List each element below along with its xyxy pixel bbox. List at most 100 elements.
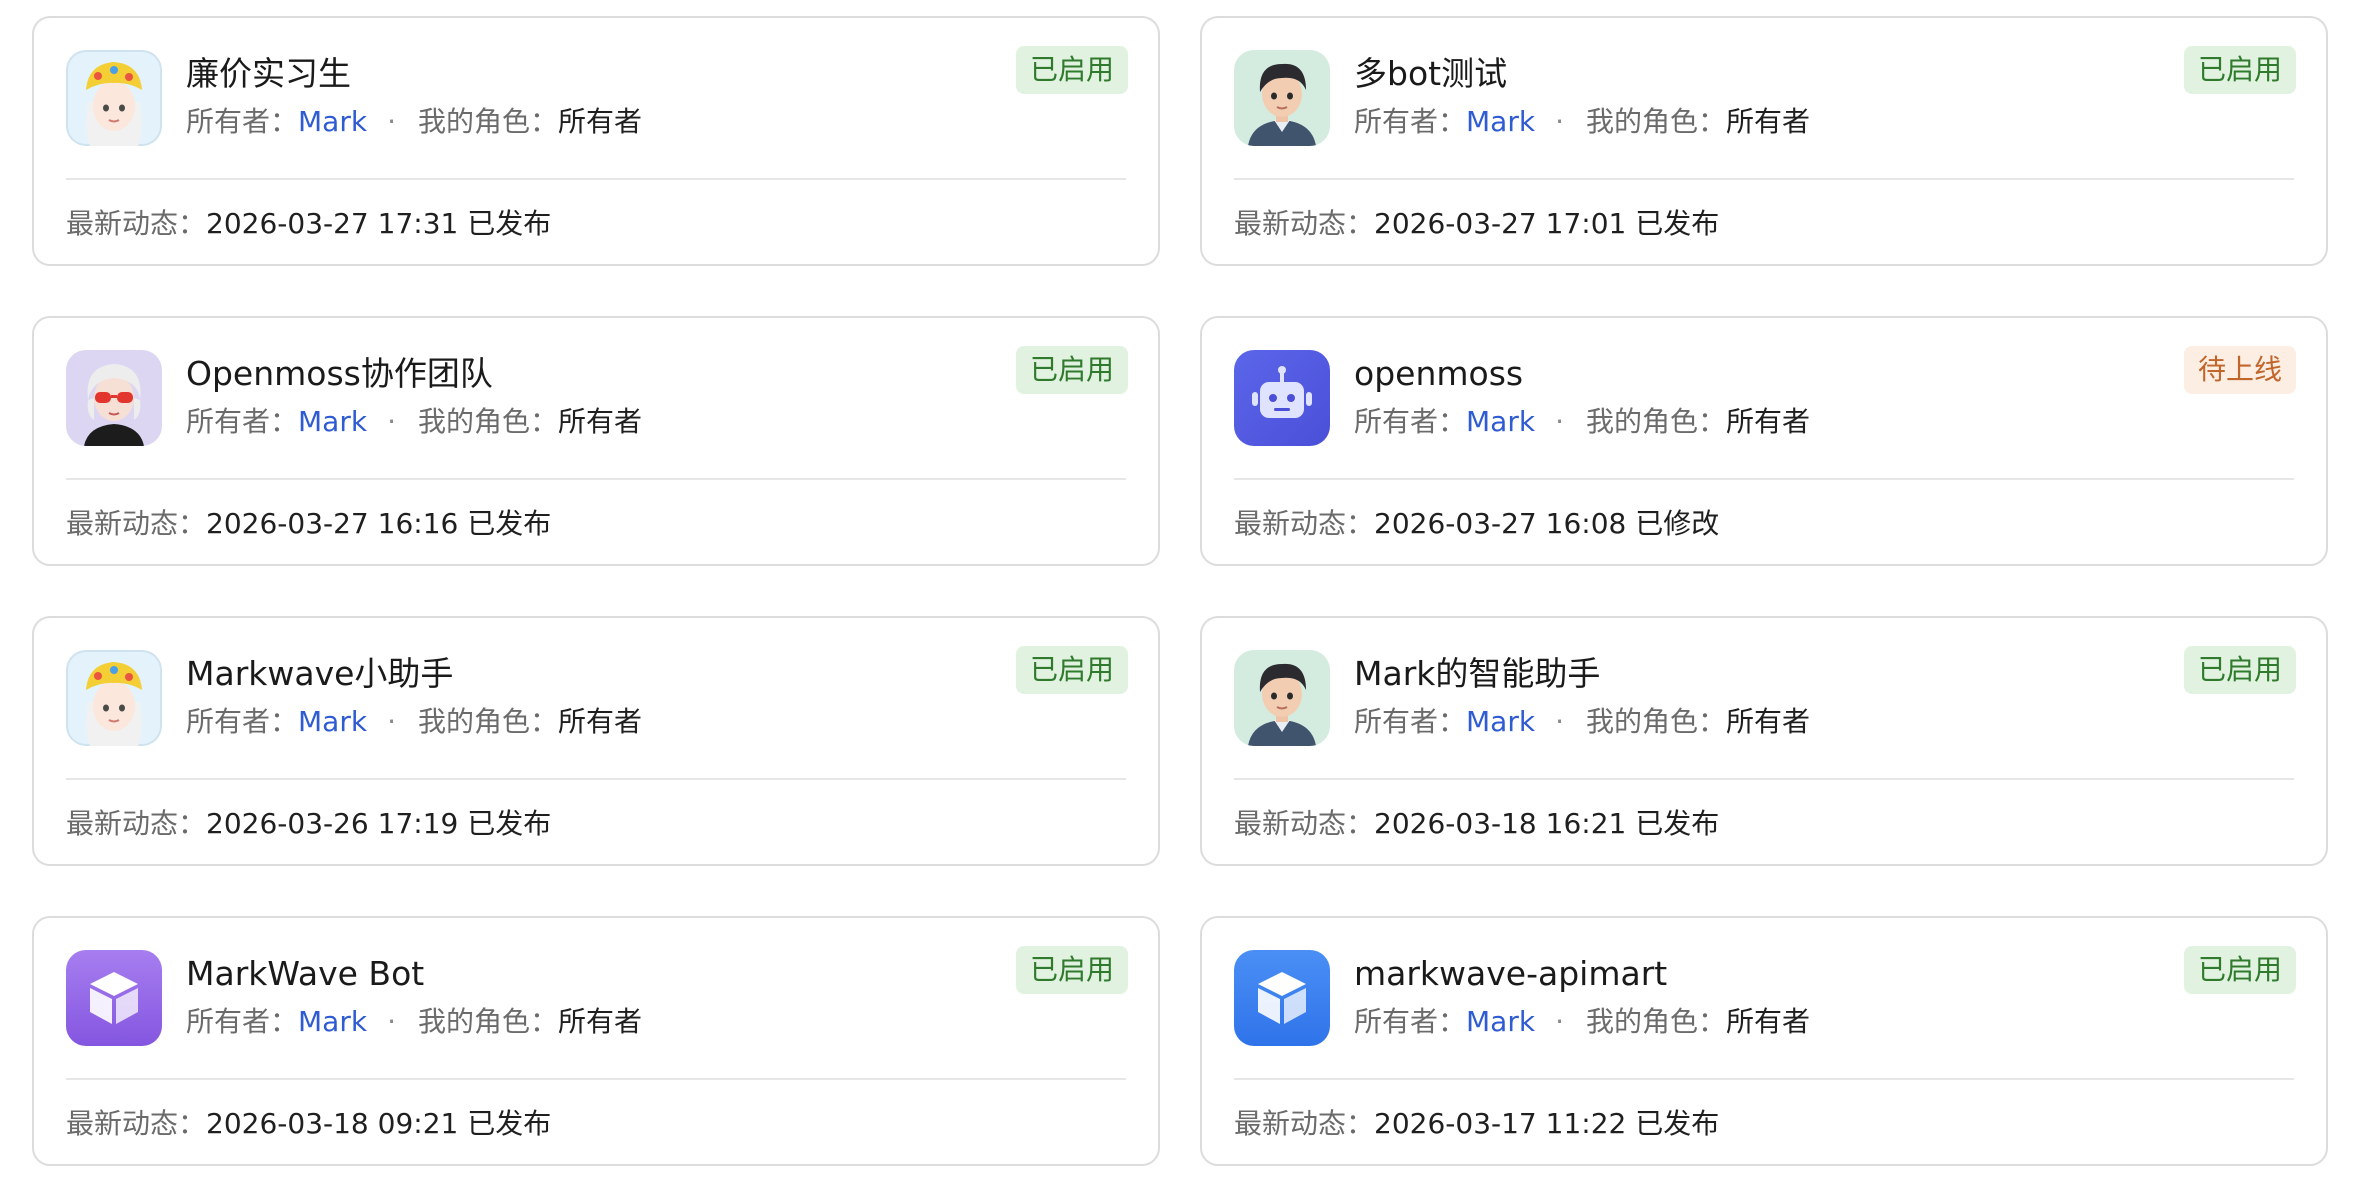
blue-cube-avatar-icon bbox=[1234, 950, 1330, 1046]
activity-label: 最新动态： bbox=[1234, 1107, 1375, 1140]
latest-activity: 最新动态：2026-03-27 17:01 已发布 bbox=[1234, 206, 1719, 242]
activity-label: 最新动态： bbox=[1234, 807, 1375, 840]
card-divider bbox=[66, 778, 1126, 780]
bot-card[interactable]: 廉价实习生 所有者：Mark · 我的角色：所有者 已启用 最新动态：2026-03… bbox=[32, 16, 1160, 266]
card-divider bbox=[66, 178, 1126, 180]
bot-name: 廉价实习生 bbox=[186, 54, 351, 93]
latest-activity: 最新动态：2026-03-27 16:08 已修改 bbox=[1234, 506, 1719, 542]
activity-label: 最新动态： bbox=[66, 507, 207, 540]
role-value: 所有者 bbox=[557, 105, 642, 138]
latest-activity: 最新动态：2026-03-18 16:21 已发布 bbox=[1234, 806, 1719, 842]
bot-meta: 所有者：Mark · 我的角色：所有者 bbox=[1354, 404, 1810, 440]
status-badge: 已启用 bbox=[1015, 346, 1128, 394]
role-value: 所有者 bbox=[1725, 105, 1810, 138]
role-value: 所有者 bbox=[1725, 405, 1810, 438]
status-badge: 已启用 bbox=[1015, 646, 1128, 694]
meta-separator: · bbox=[387, 705, 396, 738]
activity-value: 2026-03-27 16:16 已发布 bbox=[206, 507, 552, 540]
card-divider bbox=[1234, 778, 2294, 780]
bot-name: markwave-apimart bbox=[1354, 954, 1668, 993]
card-divider bbox=[1234, 178, 2294, 180]
bot-name: 多bot测试 bbox=[1354, 54, 1508, 93]
activity-value: 2026-03-26 17:19 已发布 bbox=[206, 807, 552, 840]
status-badge: 已启用 bbox=[2183, 46, 2296, 94]
latest-activity: 最新动态：2026-03-26 17:19 已发布 bbox=[66, 806, 551, 842]
activity-value: 2026-03-18 09:21 已发布 bbox=[206, 1107, 552, 1140]
owner-link[interactable]: Mark bbox=[1466, 405, 1535, 438]
bot-card[interactable]: markwave-apimart 所有者：Mark · 我的角色：所有者 已启用 最… bbox=[1200, 916, 2328, 1166]
role-value: 所有者 bbox=[557, 405, 642, 438]
bot-name: Markwave小助手 bbox=[186, 654, 454, 693]
role-label: 我的角色： bbox=[1585, 705, 1726, 738]
meta-separator: · bbox=[1555, 705, 1564, 738]
owner-label: 所有者： bbox=[1354, 1005, 1467, 1038]
bot-meta: 所有者：Mark · 我的角色：所有者 bbox=[1354, 704, 1810, 740]
bot-meta: 所有者：Mark · 我的角色：所有者 bbox=[1354, 1004, 1810, 1040]
status-badge: 已启用 bbox=[1015, 46, 1128, 94]
activity-label: 最新动态： bbox=[66, 207, 207, 240]
owner-label: 所有者： bbox=[186, 1005, 299, 1038]
role-value: 所有者 bbox=[557, 1005, 642, 1038]
card-divider bbox=[66, 1078, 1126, 1080]
meta-separator: · bbox=[1555, 105, 1564, 138]
bot-card[interactable]: Markwave小助手 所有者：Mark · 我的角色：所有者 已启用 最新动态：2… bbox=[32, 616, 1160, 866]
role-label: 我的角色： bbox=[1585, 1005, 1726, 1038]
activity-label: 最新动态： bbox=[66, 1107, 207, 1140]
bot-card[interactable]: Openmoss协作团队 所有者：Mark · 我的角色：所有者 已启用 最新动态：… bbox=[32, 316, 1160, 566]
bot-card[interactable]: Mark的智能助手 所有者：Mark · 我的角色：所有者 已启用 最新动态：202… bbox=[1200, 616, 2328, 866]
status-badge: 待上线 bbox=[2183, 346, 2296, 394]
owner-label: 所有者： bbox=[186, 105, 299, 138]
latest-activity: 最新动态：2026-03-18 09:21 已发布 bbox=[66, 1106, 551, 1142]
owner-link[interactable]: Mark bbox=[1466, 105, 1535, 138]
bot-meta: 所有者：Mark · 我的角色：所有者 bbox=[186, 704, 642, 740]
role-label: 我的角色： bbox=[1585, 105, 1726, 138]
boy-avatar-icon bbox=[1234, 50, 1330, 146]
meta-separator: · bbox=[387, 405, 396, 438]
purple-cube-avatar-icon bbox=[66, 950, 162, 1046]
bot-name: openmoss bbox=[1354, 354, 1524, 393]
owner-link[interactable]: Mark bbox=[298, 405, 367, 438]
bot-card[interactable]: 多bot测试 所有者：Mark · 我的角色：所有者 已启用 最新动态：2026-0… bbox=[1200, 16, 2328, 266]
bot-card[interactable]: MarkWave Bot 所有者：Mark · 我的角色：所有者 已启用 最新动态：… bbox=[32, 916, 1160, 1166]
role-label: 我的角色： bbox=[417, 105, 558, 138]
status-badge: 已启用 bbox=[1015, 946, 1128, 994]
card-divider bbox=[1234, 1078, 2294, 1080]
girl-red-glasses-avatar-icon bbox=[66, 350, 162, 446]
status-badge: 已启用 bbox=[2183, 646, 2296, 694]
bot-meta: 所有者：Mark · 我的角色：所有者 bbox=[186, 1004, 642, 1040]
bot-meta: 所有者：Mark · 我的角色：所有者 bbox=[186, 104, 642, 140]
activity-label: 最新动态： bbox=[1234, 207, 1375, 240]
activity-label: 最新动态： bbox=[66, 807, 207, 840]
role-value: 所有者 bbox=[1725, 1005, 1810, 1038]
owner-label: 所有者： bbox=[1354, 405, 1467, 438]
activity-value: 2026-03-18 16:21 已发布 bbox=[1374, 807, 1720, 840]
owner-label: 所有者： bbox=[186, 405, 299, 438]
robot-avatar-icon bbox=[1234, 350, 1330, 446]
status-badge: 已启用 bbox=[2183, 946, 2296, 994]
owner-link[interactable]: Mark bbox=[1466, 1005, 1535, 1038]
owner-link[interactable]: Mark bbox=[1466, 705, 1535, 738]
boy-avatar-icon bbox=[1234, 650, 1330, 746]
activity-value: 2026-03-27 17:01 已发布 bbox=[1374, 207, 1720, 240]
role-value: 所有者 bbox=[1725, 705, 1810, 738]
latest-activity: 最新动态：2026-03-27 16:16 已发布 bbox=[66, 506, 551, 542]
latest-activity: 最新动态：2026-03-27 17:31 已发布 bbox=[66, 206, 551, 242]
bot-name: MarkWave Bot bbox=[186, 954, 425, 993]
owner-link[interactable]: Mark bbox=[298, 105, 367, 138]
meta-separator: · bbox=[1555, 1005, 1564, 1038]
role-value: 所有者 bbox=[557, 705, 642, 738]
role-label: 我的角色： bbox=[1585, 405, 1726, 438]
girl-yellow-hat-avatar-icon bbox=[66, 650, 162, 746]
owner-link[interactable]: Mark bbox=[298, 705, 367, 738]
activity-label: 最新动态： bbox=[1234, 507, 1375, 540]
owner-label: 所有者： bbox=[1354, 105, 1467, 138]
bot-meta: 所有者：Mark · 我的角色：所有者 bbox=[186, 404, 642, 440]
bot-card-grid: 廉价实习生 所有者：Mark · 我的角色：所有者 已启用 最新动态：2026-03… bbox=[0, 0, 2360, 1198]
card-divider bbox=[1234, 478, 2294, 480]
bot-meta: 所有者：Mark · 我的角色：所有者 bbox=[1354, 104, 1810, 140]
activity-value: 2026-03-17 11:22 已发布 bbox=[1374, 1107, 1720, 1140]
owner-link[interactable]: Mark bbox=[298, 1005, 367, 1038]
card-divider bbox=[66, 478, 1126, 480]
bot-card[interactable]: openmoss 所有者：Mark · 我的角色：所有者 待上线 最新动态：2026… bbox=[1200, 316, 2328, 566]
owner-label: 所有者： bbox=[186, 705, 299, 738]
